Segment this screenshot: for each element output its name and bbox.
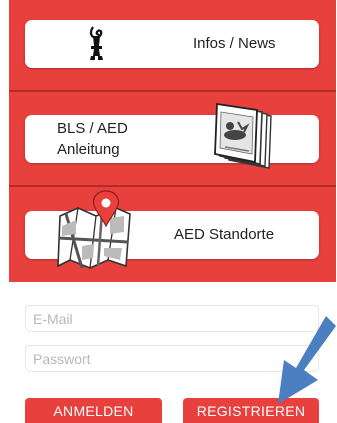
arrow-pointer-icon [278,316,336,404]
menu-divider [9,90,336,92]
map-pin-icon [57,190,131,269]
email-field[interactable] [25,305,319,332]
bls-aed-label-line2: Anleitung [57,141,120,158]
basel-crest-icon [89,26,103,60]
menu-divider [9,185,336,187]
manual-booklet-icon [214,102,272,169]
infos-news-button[interactable]: Infos / News [25,20,319,68]
password-field[interactable] [25,345,319,372]
login-button[interactable]: ANMELDEN [25,398,162,423]
bls-aed-label-line1: BLS / AED [57,120,128,137]
infos-news-label: Infos / News [193,35,276,52]
aed-locations-label: AED Standorte [174,226,275,243]
